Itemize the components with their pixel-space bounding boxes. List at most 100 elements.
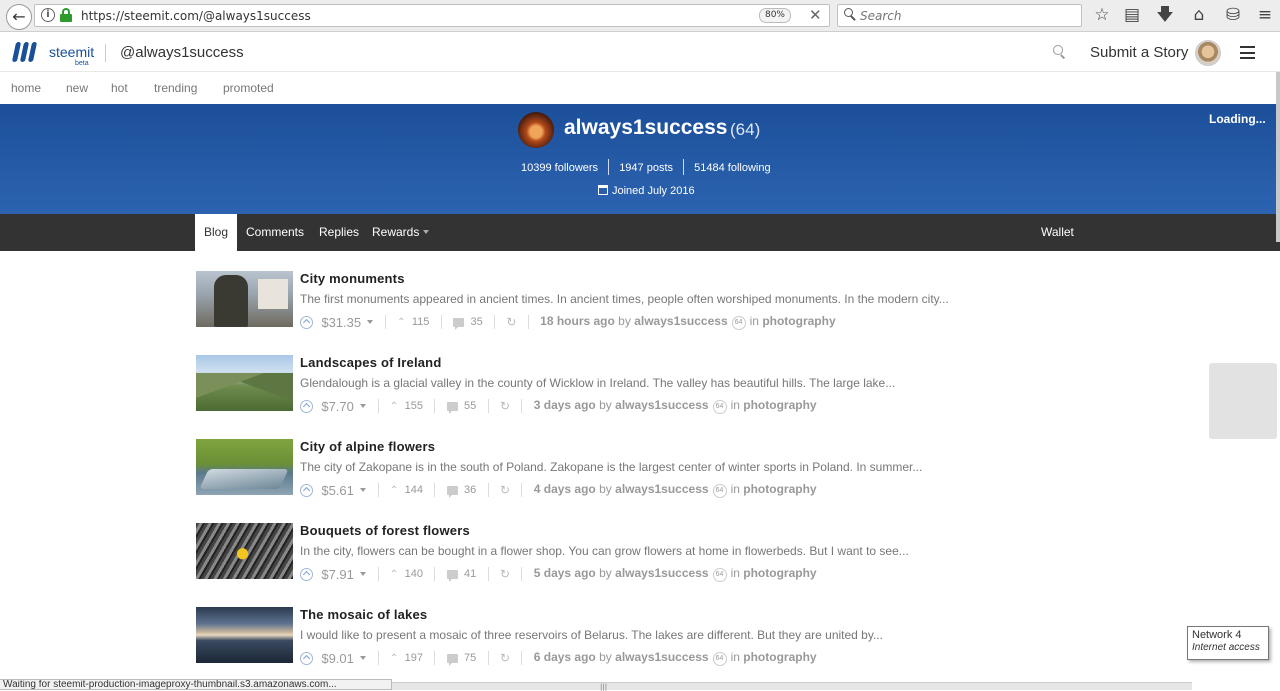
- post-thumbnail[interactable]: [196, 439, 293, 495]
- tab-rewards[interactable]: Rewards: [363, 214, 438, 251]
- post-comments[interactable]: 75: [464, 652, 476, 664]
- post-comments[interactable]: 41: [464, 568, 476, 580]
- reblog-icon[interactable]: ↻: [500, 399, 510, 413]
- post-author[interactable]: always1success: [615, 650, 708, 664]
- post-title[interactable]: Landscapes of Ireland: [300, 355, 441, 370]
- search-icon[interactable]: [1053, 45, 1067, 59]
- upvote-icon[interactable]: [300, 315, 313, 329]
- post-excerpt[interactable]: I would like to present a mosaic of thre…: [300, 628, 883, 642]
- post-excerpt[interactable]: The city of Zakopane is in the south of …: [300, 460, 922, 474]
- followers-link[interactable]: 10399 followers: [521, 162, 598, 174]
- caret-down-icon[interactable]: [367, 320, 374, 324]
- back-button[interactable]: ←: [6, 4, 32, 30]
- caret-down-icon[interactable]: [360, 656, 367, 660]
- steemit-logo-icon[interactable]: [11, 41, 38, 65]
- browser-search-input[interactable]: [860, 7, 1070, 24]
- zoom-indicator[interactable]: 80%: [759, 8, 791, 23]
- header-user-path[interactable]: @always1success: [120, 44, 244, 61]
- tab-comments[interactable]: Comments: [237, 214, 313, 251]
- caret-down-icon[interactable]: [360, 572, 367, 576]
- subnav-hot[interactable]: hot: [111, 81, 128, 95]
- info-icon[interactable]: i: [41, 8, 55, 22]
- upvote-icon[interactable]: [300, 483, 313, 497]
- download-icon[interactable]: 🡇: [1154, 4, 1176, 26]
- tab-wallet[interactable]: Wallet: [1032, 214, 1083, 251]
- reader-list-icon[interactable]: ▤: [1121, 4, 1143, 26]
- post-payout[interactable]: $31.35: [321, 315, 361, 330]
- post-thumbnail[interactable]: [196, 271, 293, 327]
- post-title[interactable]: City monuments: [300, 271, 405, 286]
- post-excerpt[interactable]: The first monuments appeared in ancient …: [300, 292, 949, 306]
- post-title[interactable]: Bouquets of forest flowers: [300, 523, 470, 538]
- following-link[interactable]: 51484 following: [694, 162, 770, 174]
- hamburger-menu-icon[interactable]: [1240, 46, 1255, 59]
- pocket-icon[interactable]: ⛁: [1222, 4, 1244, 26]
- post-time[interactable]: 4 days ago: [534, 482, 596, 496]
- reblog-icon[interactable]: ↻: [500, 567, 510, 581]
- lock-icon[interactable]: [60, 8, 72, 22]
- post-category[interactable]: photography: [743, 482, 816, 496]
- address-bar[interactable]: i https://steemit.com/@always1success 80…: [34, 4, 830, 27]
- post-thumbnail[interactable]: [196, 523, 293, 579]
- close-icon[interactable]: ✕: [809, 6, 822, 24]
- post-excerpt[interactable]: Glendalough is a glacial valley in the c…: [300, 376, 895, 390]
- post-excerpt[interactable]: In the city, flowers can be bought in a …: [300, 544, 909, 558]
- caret-down-icon[interactable]: [360, 404, 367, 408]
- post-payout[interactable]: $7.70: [321, 399, 354, 414]
- subnav-trending[interactable]: trending: [154, 81, 197, 95]
- post-author[interactable]: always1success: [615, 482, 708, 496]
- tab-replies[interactable]: Replies: [310, 214, 368, 251]
- post-category[interactable]: photography: [743, 566, 816, 580]
- upvote-icon[interactable]: [300, 399, 313, 413]
- post-time[interactable]: 6 days ago: [534, 650, 596, 664]
- user-avatar[interactable]: [1195, 40, 1221, 66]
- post-comments[interactable]: 35: [470, 316, 482, 328]
- subnav-new[interactable]: new: [66, 81, 88, 95]
- upvote-icon[interactable]: [300, 651, 313, 665]
- logo-text[interactable]: steemit: [49, 44, 94, 60]
- post-payout[interactable]: $5.61: [321, 483, 354, 498]
- post-votes[interactable]: 197: [405, 652, 423, 664]
- post-votes[interactable]: 115: [412, 316, 430, 328]
- post-payout[interactable]: $9.01: [321, 651, 354, 666]
- reblog-icon[interactable]: ↻: [500, 651, 510, 665]
- post-thumbnail[interactable]: [196, 607, 293, 663]
- post-category[interactable]: photography: [743, 650, 816, 664]
- post-author[interactable]: always1success: [615, 398, 708, 412]
- post-time[interactable]: 18 hours ago: [540, 314, 615, 328]
- home-icon[interactable]: ⌂: [1188, 4, 1210, 26]
- upvote-icon[interactable]: [300, 567, 313, 581]
- reblog-icon[interactable]: ↻: [500, 483, 510, 497]
- post-title[interactable]: City of alpine flowers: [300, 439, 435, 454]
- meta-divider: [384, 315, 386, 329]
- subnav-promoted[interactable]: promoted: [223, 81, 274, 95]
- browser-search-box[interactable]: [837, 4, 1082, 27]
- post-category[interactable]: photography: [762, 314, 835, 328]
- menu-icon[interactable]: ≡: [1254, 4, 1276, 26]
- post-thumbnail[interactable]: [196, 355, 293, 411]
- author-rep: 64: [731, 316, 746, 330]
- post-category[interactable]: photography: [743, 398, 816, 412]
- vertical-scrollbar[interactable]: [1276, 72, 1280, 242]
- post-votes[interactable]: 155: [405, 400, 423, 412]
- subnav-home[interactable]: home: [11, 81, 41, 95]
- url-text[interactable]: https://steemit.com/@always1success: [81, 9, 311, 23]
- post-payout[interactable]: $7.91: [321, 567, 354, 582]
- bookmark-star-icon[interactable]: ☆: [1091, 4, 1113, 26]
- post-time[interactable]: 3 days ago: [534, 398, 596, 412]
- post-author[interactable]: always1success: [615, 566, 708, 580]
- tab-blog[interactable]: Blog: [195, 214, 238, 251]
- caret-down-icon[interactable]: [360, 488, 367, 492]
- post-comments[interactable]: 36: [464, 484, 476, 496]
- post-votes[interactable]: 140: [405, 568, 423, 580]
- horizontal-scrollbar[interactable]: |||: [392, 682, 1192, 691]
- post-author-line: 4 days ago by always1success 64 in photogr…: [534, 482, 817, 498]
- post-time[interactable]: 5 days ago: [534, 566, 596, 580]
- post-comments[interactable]: 55: [464, 400, 476, 412]
- side-scroll-panel[interactable]: [1209, 363, 1277, 439]
- post-votes[interactable]: 144: [405, 484, 423, 496]
- post-author[interactable]: always1success: [634, 314, 727, 328]
- post-title[interactable]: The mosaic of lakes: [300, 607, 427, 622]
- reblog-icon[interactable]: ↻: [506, 315, 516, 329]
- submit-story-link[interactable]: Submit a Story: [1090, 44, 1188, 61]
